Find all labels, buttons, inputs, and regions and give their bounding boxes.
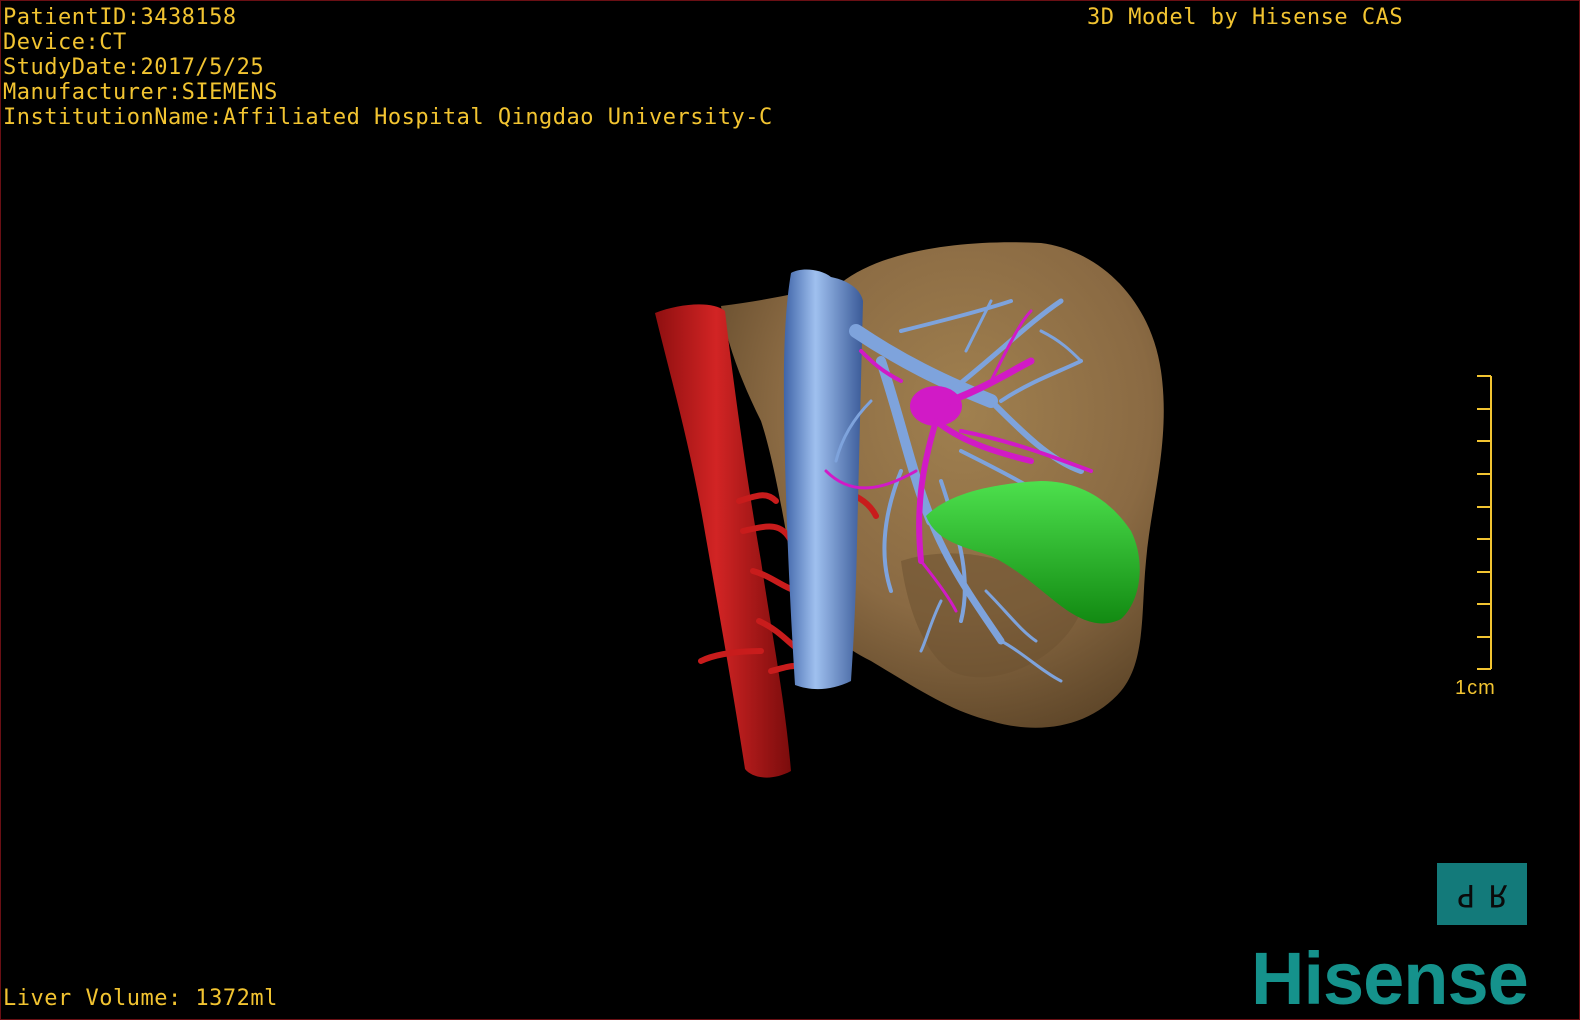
manufacturer: Manufacturer:SIEMENS	[3, 80, 278, 105]
orientation-letter-p: P	[1456, 876, 1475, 912]
3d-viewport[interactable]: PatientID:3438158 Device:CT StudyDate:20…	[0, 0, 1580, 1020]
liver-volume: Liver Volume: 1372ml	[3, 986, 278, 1011]
scale-bar-label: 1cm	[1455, 677, 1496, 699]
scale-bar	[1477, 375, 1492, 670]
study-info-overlay: PatientID:3438158 Device:CT StudyDate:20…	[3, 5, 773, 130]
patient-id: PatientID:3438158	[3, 5, 237, 30]
study-date: StudyDate:2017/5/25	[3, 55, 265, 80]
institution-name: InstitutionName:Affiliated Hospital Qing…	[3, 105, 773, 130]
hisense-logo: Hisense	[1251, 937, 1529, 1020]
orientation-cube[interactable]: P R	[1437, 863, 1527, 925]
liver-3d-model[interactable]	[1, 1, 1580, 1020]
orientation-letter-r: R	[1489, 876, 1508, 912]
device: Device:CT	[3, 30, 127, 55]
model-credit: 3D Model by Hisense CAS	[1087, 5, 1404, 30]
